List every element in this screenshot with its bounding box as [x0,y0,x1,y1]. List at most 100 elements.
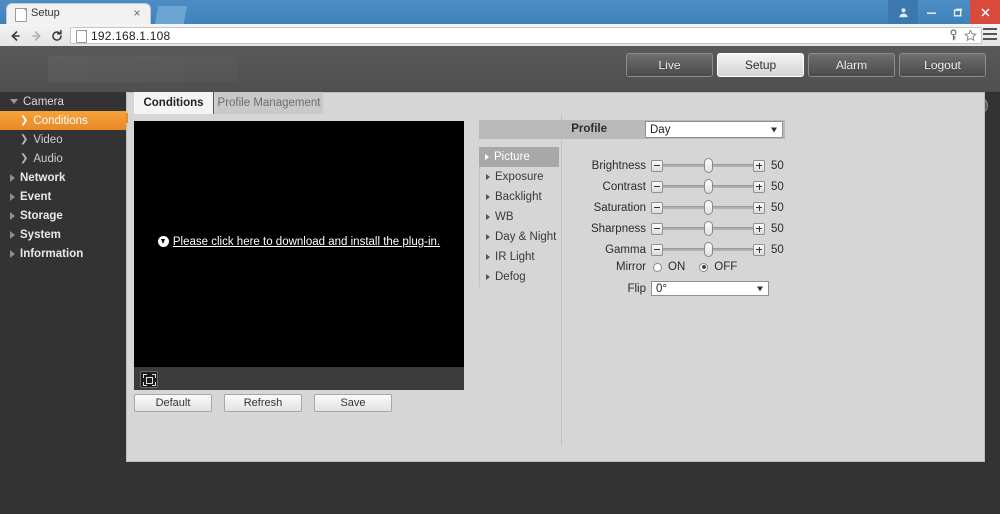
mirror-on-radio[interactable] [653,262,662,272]
flip-select[interactable]: 0° [651,281,769,296]
hamburger-menu-icon[interactable] [983,28,997,43]
slider-row-gamma: Gamma 50 [590,239,784,260]
sidebar-label-information: Information [20,247,84,260]
top-navigation: Live Setup Alarm Logout [626,53,986,77]
sidebar-label-camera: Camera [23,95,64,108]
mirror-off-radio[interactable] [699,262,709,272]
tab-profile-management[interactable]: Profile Management [215,92,323,114]
contrast-decrease-button[interactable] [651,180,663,193]
sidebar-item-event[interactable]: Event [0,187,126,206]
sidebar-item-video[interactable]: ❯ Video [0,130,126,149]
fullscreen-icon[interactable] [140,371,158,388]
panel-divider [561,114,562,446]
gamma-decrease-button[interactable] [651,243,663,256]
slider-label-brightness: Brightness [591,159,646,172]
sidebar-label-system: System [20,228,61,241]
default-button[interactable]: Default [134,394,212,412]
brand-logo [48,56,238,82]
sharpness-slider-handle[interactable] [704,221,713,236]
saturation-slider-handle[interactable] [704,200,713,215]
reload-icon[interactable] [48,27,66,44]
omnibox-actions [947,29,977,47]
submenu-item-ir-light[interactable]: IR Light [479,247,559,267]
user-profile-icon[interactable] [888,0,918,24]
sidebar-item-information[interactable]: Information [0,244,126,263]
saturation-decrease-button[interactable] [651,201,663,214]
sidebar-label-storage: Storage [20,209,63,222]
browser-tab-title: Setup [31,7,60,19]
topnav-live[interactable]: Live [626,53,713,77]
refresh-button[interactable]: Refresh [224,394,302,412]
contrast-increase-button[interactable] [753,180,765,193]
saturation-value: 50 [771,201,784,214]
sidebar-item-storage[interactable]: Storage [0,206,126,225]
brightness-decrease-button[interactable] [651,159,663,172]
chevron-right-icon [10,249,15,258]
chevron-right-icon [486,194,490,200]
sidebar-item-network[interactable]: Network [0,168,126,187]
profile-row: Profile Day [479,120,785,139]
submenu-item-backlight[interactable]: Backlight [479,187,559,207]
submenu-item-picture[interactable]: Picture [479,147,559,167]
minimize-icon[interactable] [918,0,944,24]
new-tab-button[interactable] [155,6,187,24]
close-icon[interactable] [970,0,1000,24]
submenu-label-defog: Defog [495,271,526,283]
sidebar-item-audio[interactable]: ❯ Audio [0,149,126,168]
chevron-right-icon [486,214,490,220]
gamma-increase-button[interactable] [753,243,765,256]
back-arrow-icon[interactable] [6,27,24,44]
topnav-alarm[interactable]: Alarm [808,53,895,77]
mirror-label: Mirror [615,261,646,273]
browser-tab-bar: Setup × [0,0,1000,24]
flip-select-value: 0° [656,282,667,295]
gamma-value: 50 [771,243,784,256]
tabstrip: Setup × [0,0,1000,24]
submenu-item-defog[interactable]: Defog [479,267,559,287]
contrast-slider-track[interactable] [663,179,753,194]
chevron-right-icon: ❯ [20,153,29,164]
submenu-item-wb[interactable]: WB [479,207,559,227]
chevron-right-icon [486,174,490,180]
sidebar-label-audio: Audio [33,152,63,165]
chevron-right-icon [485,154,489,160]
topnav-logout[interactable]: Logout [899,53,986,77]
tab-conditions[interactable]: Conditions [134,92,214,114]
brightness-slider-track[interactable] [663,158,753,173]
saturation-increase-button[interactable] [753,201,765,214]
tab-close-icon[interactable]: × [131,7,143,19]
forward-arrow-icon[interactable] [28,27,46,44]
profile-select[interactable]: Day [645,121,783,138]
submenu-label-backlight: Backlight [495,191,542,203]
address-bar[interactable]: 192.168.1.108 [70,27,982,44]
brightness-value: 50 [771,159,784,172]
saturation-slider-track[interactable] [663,200,753,215]
sidebar-item-conditions[interactable]: ❯ Conditions [0,111,126,130]
brightness-slider-handle[interactable] [704,158,713,173]
bookmark-star-icon[interactable] [964,29,977,47]
contrast-slider-handle[interactable] [704,179,713,194]
contrast-value: 50 [771,180,784,193]
gamma-slider-handle[interactable] [704,242,713,257]
save-button[interactable]: Save [314,394,392,412]
topnav-setup[interactable]: Setup [717,53,804,77]
profile-label: Profile [571,123,607,135]
sidebar-label-event: Event [20,190,52,203]
sidebar-item-camera[interactable]: Camera [0,92,126,111]
sharpness-slider-track[interactable] [663,221,753,236]
brightness-increase-button[interactable] [753,159,765,172]
sidebar-item-system[interactable]: System [0,225,126,244]
submenu-item-day-night[interactable]: Day & Night [479,227,559,247]
slider-label-gamma: Gamma [605,243,646,256]
sharpness-increase-button[interactable] [753,222,765,235]
submenu-item-exposure[interactable]: Exposure [479,167,559,187]
device-header: Live Setup Alarm Logout [0,46,1000,93]
video-preview-area: Please click here to download and instal… [134,121,464,390]
gamma-slider-track[interactable] [663,242,753,257]
password-key-icon[interactable] [947,29,960,47]
plugin-download-link[interactable]: Please click here to download and instal… [134,234,464,248]
video-canvas[interactable]: Please click here to download and instal… [134,121,464,366]
browser-tab-setup[interactable]: Setup × [6,3,151,24]
maximize-icon[interactable] [944,0,970,24]
sharpness-decrease-button[interactable] [651,222,663,235]
